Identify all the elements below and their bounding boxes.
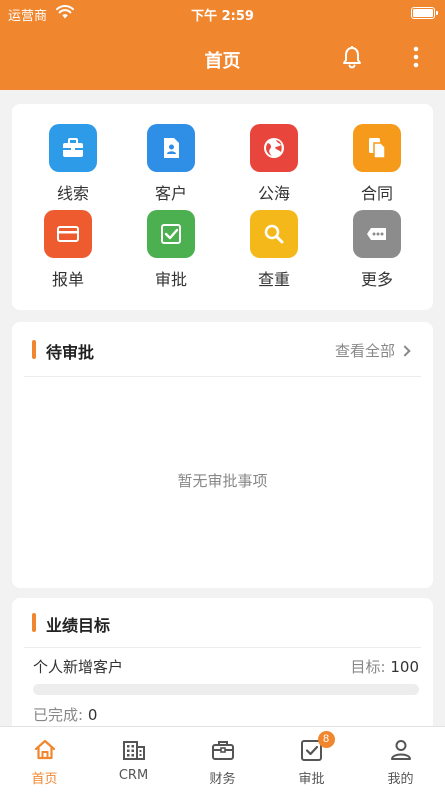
section-header: 业绩目标 <box>24 598 421 648</box>
building-icon <box>121 737 147 763</box>
tab-label: 首页 <box>31 772 58 787</box>
target-goal: 目标: 100 <box>351 656 419 677</box>
header: 运营商 下午 2:59 首页 <box>0 0 445 90</box>
pending-approval-card: 待审批 查看全部 暂无审批事项 <box>12 322 433 588</box>
grid-label: 公海 <box>257 184 290 203</box>
approval-icon: 8 <box>299 731 335 763</box>
done-value: 0 <box>87 706 98 724</box>
globe-icon <box>250 124 298 172</box>
grid-label: 审批 <box>154 270 187 289</box>
tab-label: CRM <box>118 768 149 783</box>
target-item-label: 个人新增客户 <box>33 658 124 676</box>
section-header: 待审批 查看全部 <box>24 322 421 377</box>
user-icon <box>388 737 414 763</box>
more-horizontal-icon <box>353 210 401 258</box>
status-bar: 运营商 下午 2:59 <box>0 0 445 26</box>
section-accent-bar <box>32 613 36 632</box>
battery-icon <box>411 7 438 19</box>
home-icon <box>32 737 58 763</box>
status-time: 下午 2:59 <box>191 9 254 24</box>
grid-item-contracts[interactable]: 合同 <box>337 124 417 204</box>
grid-label: 客户 <box>154 184 187 203</box>
view-all-link[interactable]: 查看全部 <box>334 340 411 361</box>
grid-item-leads[interactable]: 线索 <box>33 124 113 204</box>
tab-label: 财务 <box>209 772 236 787</box>
goal-label: 目标: <box>350 658 386 676</box>
tab-mine[interactable]: 我的 <box>356 727 445 795</box>
page-title: 首页 <box>204 51 241 72</box>
contact-card-icon <box>147 124 195 172</box>
bottom-tab-bar: 首页 CRM 财务 8 审批 我的 <box>0 726 445 795</box>
tab-label: 我的 <box>387 772 414 787</box>
tab-approval[interactable]: 8 审批 <box>267 727 356 795</box>
grid-item-duplicate-check[interactable]: 查重 <box>234 210 314 290</box>
more-vertical-icon[interactable] <box>408 46 424 68</box>
documents-icon <box>353 124 401 172</box>
chevron-right-icon <box>399 345 411 357</box>
feature-grid-card: 线索 客户 公海 合同 报单 审批 查重 更多 <box>12 104 433 310</box>
grid-label: 报单 <box>51 270 84 289</box>
section-accent-bar <box>32 340 36 359</box>
notification-badge: 8 <box>317 731 335 748</box>
section-title: 待审批 <box>46 343 95 362</box>
grid-item-public-pool[interactable]: 公海 <box>234 124 314 204</box>
grid-item-customers[interactable]: 客户 <box>131 124 211 204</box>
bell-icon[interactable] <box>341 45 363 69</box>
grid-item-approval[interactable]: 审批 <box>131 210 211 290</box>
search-icon <box>250 210 298 258</box>
grid-label: 查重 <box>257 270 290 289</box>
goal-value: 100 <box>390 658 419 676</box>
tab-finance[interactable]: 财务 <box>178 727 267 795</box>
target-progress-bar <box>33 684 419 695</box>
check-square-icon <box>147 210 195 258</box>
tab-crm[interactable]: CRM <box>89 727 178 795</box>
grid-item-orders[interactable]: 报单 <box>28 210 108 290</box>
wallet-icon <box>210 737 236 763</box>
grid-label: 合同 <box>360 184 393 203</box>
grid-item-more[interactable]: 更多 <box>337 210 417 290</box>
briefcase-icon <box>49 124 97 172</box>
section-title: 业绩目标 <box>46 616 111 635</box>
grid-label: 线索 <box>56 184 89 203</box>
completed-row: 已完成: 0 <box>33 704 97 725</box>
empty-state-text: 暂无审批事项 <box>177 472 268 490</box>
tab-home[interactable]: 首页 <box>0 727 89 795</box>
grid-label: 更多 <box>360 270 393 289</box>
done-label: 已完成: <box>33 706 84 724</box>
card-icon <box>44 210 92 258</box>
tab-label: 审批 <box>298 772 325 787</box>
view-all-label: 查看全部 <box>334 342 395 360</box>
target-row: 个人新增客户 目标: 100 <box>33 656 419 677</box>
